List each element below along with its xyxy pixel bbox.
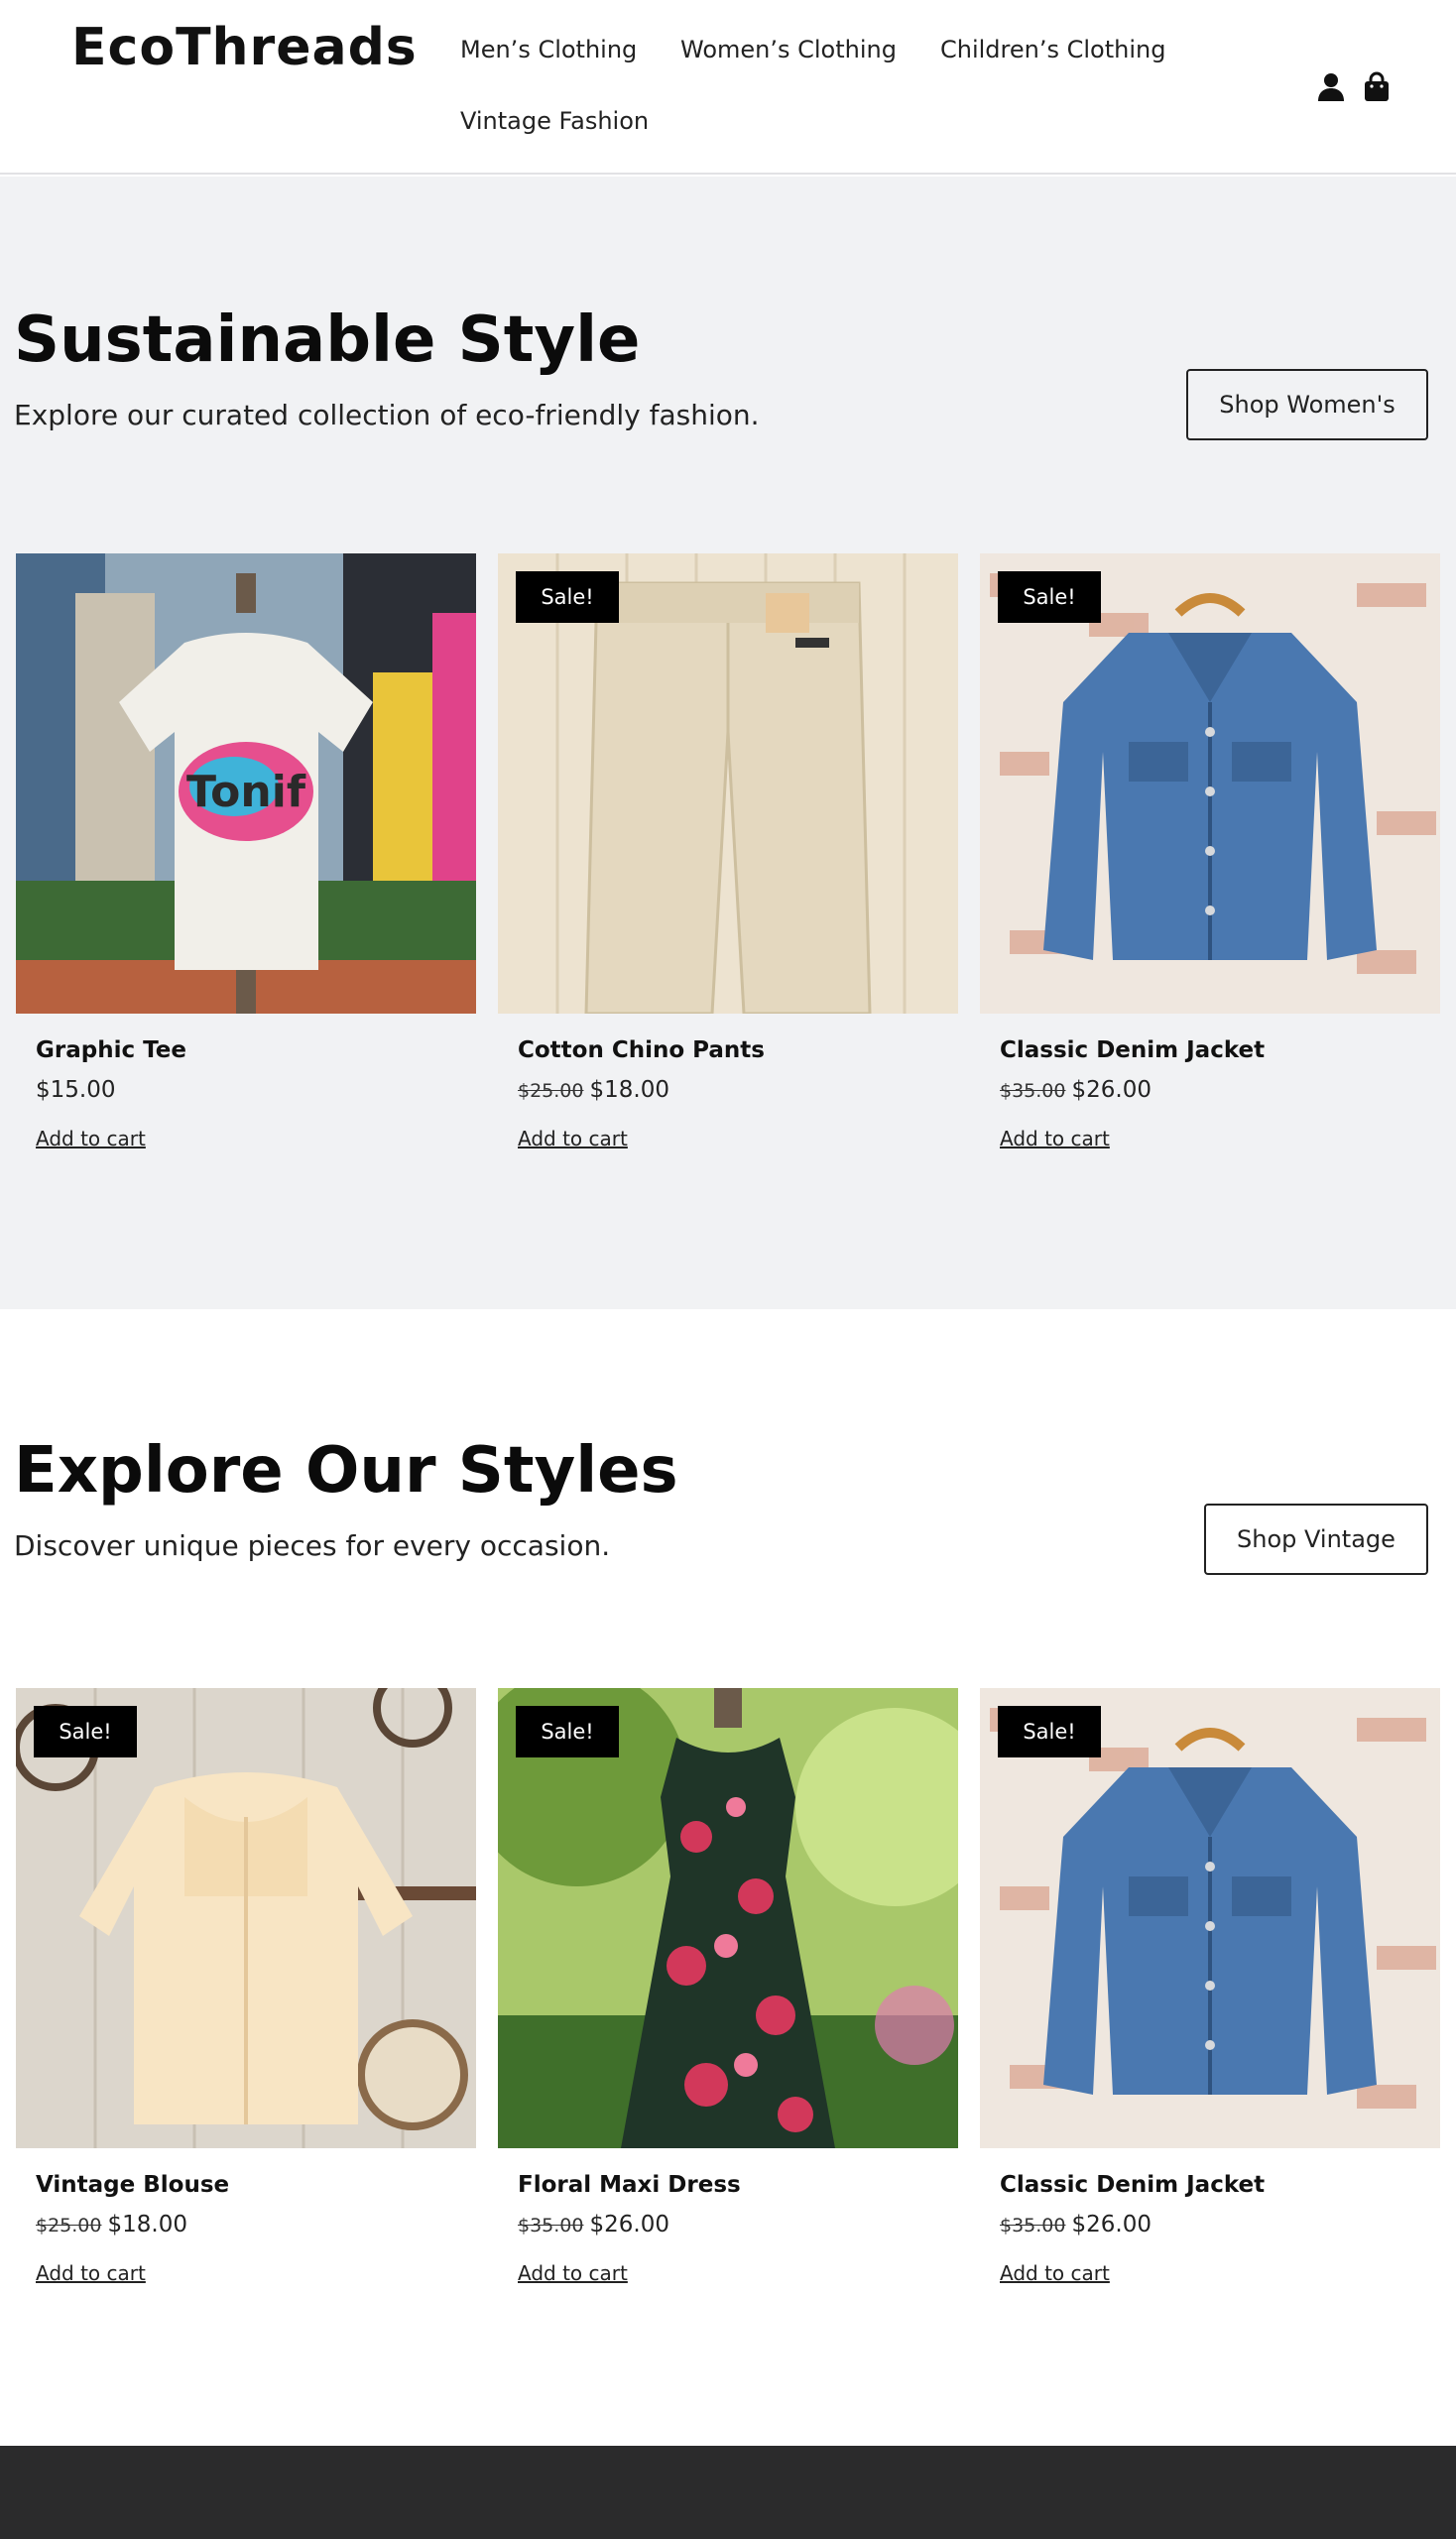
section-subtitle: Discover unique pieces for every occasio… (14, 1529, 611, 1562)
shopping-bag-icon[interactable] (1361, 71, 1393, 103)
original-price: $35.00 (1000, 1080, 1066, 1102)
sale-badge: Sale! (998, 571, 1101, 623)
product-image-graphic-tee[interactable]: Tonif (16, 553, 476, 1014)
add-to-cart-link[interactable]: Add to cart (36, 2261, 146, 2285)
current-price: $18.00 (107, 2212, 187, 2237)
shop-womens-button[interactable]: Shop Women's (1186, 369, 1428, 440)
product-image-chino-pants[interactable]: Sale! (498, 553, 958, 1014)
add-to-cart-link[interactable]: Add to cart (1000, 1127, 1110, 1150)
add-to-cart-link[interactable]: Add to cart (518, 1127, 628, 1150)
product-price: $15.00 (36, 1077, 115, 1103)
product-title[interactable]: Floral Maxi Dress (518, 2172, 741, 2198)
original-price: $25.00 (36, 2215, 102, 2237)
sale-badge: Sale! (998, 1706, 1101, 1757)
product-grid: Tonif Graphic Tee $15.00 Add to cart Sal… (16, 553, 1440, 1208)
add-to-cart-link[interactable]: Add to cart (1000, 2261, 1110, 2285)
product-card: Sale! Floral Maxi Dress $35.00 $26.00 Add… (498, 1688, 958, 2343)
product-card: Sale! Classic Denim Jacket $35.00 $26.00 … (980, 553, 1440, 1208)
user-icon[interactable] (1315, 71, 1347, 103)
site-logo[interactable]: EcoThreads (71, 18, 418, 77)
product-card: Sale! Vintage Blouse $25.00 $18.00 Add to… (16, 1688, 476, 2343)
nav-womens-clothing[interactable]: Women’s Clothing (680, 36, 897, 63)
section-title: Sustainable Style (14, 303, 641, 377)
product-title[interactable]: Classic Denim Jacket (1000, 1037, 1265, 1063)
product-price: $35.00 $26.00 (518, 2212, 669, 2237)
product-title[interactable]: Vintage Blouse (36, 2172, 229, 2198)
current-price: $15.00 (36, 1077, 116, 1103)
nav-mens-clothing[interactable]: Men’s Clothing (460, 36, 637, 63)
sale-badge: Sale! (34, 1706, 137, 1757)
product-price: $35.00 $26.00 (1000, 1077, 1152, 1103)
product-image-denim-jacket[interactable]: Sale! (980, 1688, 1440, 2148)
section-title: Explore Our Styles (14, 1434, 678, 1508)
product-image-vintage-blouse[interactable]: Sale! (16, 1688, 476, 2148)
svg-text:Tonif: Tonif (186, 767, 306, 817)
sale-badge: Sale! (516, 1706, 619, 1757)
current-price: $26.00 (1071, 2212, 1152, 2237)
nav-vintage-fashion[interactable]: Vintage Fashion (460, 107, 649, 135)
current-price: $26.00 (589, 2212, 669, 2237)
product-image-floral-dress[interactable]: Sale! (498, 1688, 958, 2148)
product-title[interactable]: Classic Denim Jacket (1000, 2172, 1265, 2198)
original-price: $35.00 (1000, 2215, 1066, 2237)
shop-vintage-button[interactable]: Shop Vintage (1204, 1504, 1428, 1575)
current-price: $18.00 (589, 1077, 669, 1103)
featured-section-sustainable: Sustainable Style Explore our curated co… (0, 177, 1456, 1309)
product-title[interactable]: Graphic Tee (36, 1037, 186, 1063)
product-title[interactable]: Cotton Chino Pants (518, 1037, 765, 1063)
add-to-cart-link[interactable]: Add to cart (518, 2261, 628, 2285)
featured-section-explore: Explore Our Styles Discover unique piece… (0, 1309, 1456, 2446)
site-header: EcoThreads Men’s Clothing Women’s Clothi… (0, 0, 1456, 175)
original-price: $25.00 (518, 1080, 584, 1102)
product-price: $25.00 $18.00 (36, 2212, 187, 2237)
product-price: $25.00 $18.00 (518, 1077, 669, 1103)
site-footer (0, 2446, 1456, 2539)
product-card: Sale! Classic Denim Jacket $35.00 $26.00 … (980, 1688, 1440, 2343)
product-image-denim-jacket[interactable]: Sale! (980, 553, 1440, 1014)
product-price: $35.00 $26.00 (1000, 2212, 1152, 2237)
current-price: $26.00 (1071, 1077, 1152, 1103)
sale-badge: Sale! (516, 571, 619, 623)
section-subtitle: Explore our curated collection of eco-fr… (14, 399, 760, 431)
product-grid: Sale! Vintage Blouse $25.00 $18.00 Add to… (16, 1688, 1440, 2343)
add-to-cart-link[interactable]: Add to cart (36, 1127, 146, 1150)
product-card: Sale! Cotton Chino Pants $25.00 $18.00 Ad… (498, 553, 958, 1208)
product-card: Tonif Graphic Tee $15.00 Add to cart (16, 553, 476, 1208)
header-icons (1315, 71, 1395, 103)
original-price: $35.00 (518, 2215, 584, 2237)
nav-childrens-clothing[interactable]: Children’s Clothing (940, 36, 1165, 63)
